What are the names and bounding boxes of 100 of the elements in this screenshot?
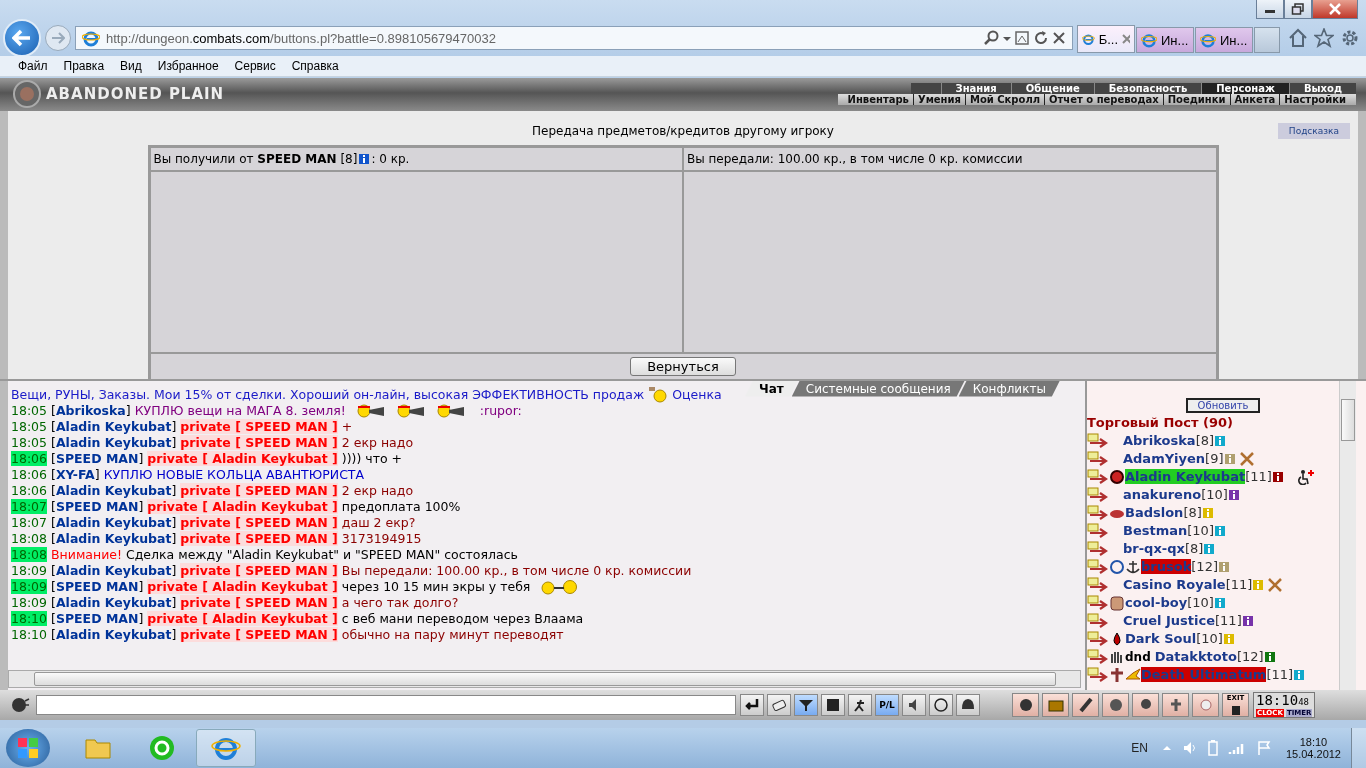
message-text: )))) что + <box>341 451 403 467</box>
sent-text: Вы передали: 100.00 кр., в том числе 0 кр. комиссии <box>687 151 1023 166</box>
message-text: обычно на пару минут переводят <box>341 627 564 643</box>
message-time: 18:09 <box>11 563 48 579</box>
message-text: Вы передали: 100.00 кр., в том числе 0 кр. комиссии <box>341 563 692 579</box>
menu-item[interactable]: Избранное <box>149 58 227 73</box>
received-amount: : 0 кр. <box>371 151 410 166</box>
player-level: [9] <box>1205 451 1224 467</box>
message-time: 18:08 <box>11 547 48 563</box>
sender-name[interactable]: [Aladin Keykubat] <box>51 531 177 547</box>
banner-text: Вещи, РУНЫ, Заказы. Мои 15% от сделки. Хороший он-лайн, высокая ЭФФЕКТИВНОСТЬ продаж <box>11 387 645 403</box>
room-title: Торговый Пост (90) <box>1087 414 1234 430</box>
browser-tab[interactable]: Ин... <box>1195 27 1253 53</box>
message-time: 18:07 <box>11 515 48 531</box>
subnav-link[interactable]: Мой Скролл <box>964 94 1045 106</box>
player-level: [12] <box>1191 559 1218 575</box>
player-name[interactable]: Aladin Keykubat <box>1125 469 1246 485</box>
chat-tab[interactable]: Конфликты <box>958 380 1060 397</box>
chat-tab[interactable]: Системные сообщения <box>791 380 965 397</box>
message-time: 18:09 <box>11 579 48 595</box>
message-text: :rupor: <box>479 403 522 419</box>
subnav-link[interactable]: Анкета <box>1229 94 1280 106</box>
address-field[interactable]: http://dungeon.combats.com/buttons.pl?battle=0.898105679470032 <box>75 26 1073 50</box>
browser-tab[interactable]: Б... <box>1077 25 1135 53</box>
received-text: Вы получили от SPEED MAN [8] <box>153 151 358 166</box>
player-level: [11] <box>1245 469 1272 485</box>
player-name[interactable]: br-qx-qx <box>1123 541 1185 557</box>
menu-item[interactable]: Файл <box>10 58 56 73</box>
url-text: http://dungeon.combats.com/buttons.pl?battle=0.898105679470032 <box>106 30 497 46</box>
player-level: [10] <box>1196 631 1223 647</box>
message-time: 18:10 <box>11 611 48 627</box>
message-time: 18:07 <box>11 499 48 515</box>
message-text: + <box>341 419 353 435</box>
sender-name[interactable]: [SPEED MAN] <box>51 611 144 627</box>
sender-name[interactable]: [Aladin Keykubat] <box>51 515 177 531</box>
player-name[interactable]: AdamYiyen <box>1123 451 1206 467</box>
player-level: [10] <box>1187 595 1214 611</box>
player-level: [8] <box>1184 541 1204 557</box>
player-name[interactable]: anakureno <box>1123 487 1202 503</box>
message-time: 18:06 <box>11 483 48 499</box>
player-name[interactable]: Badslon <box>1125 505 1184 521</box>
sender-name[interactable]: [Aladin Keykubat] <box>51 595 177 611</box>
message-text: даш 2 екр? <box>341 515 416 531</box>
player-level: [11] <box>1266 667 1294 683</box>
message-text: КУПЛЮ вещи на МАГА 8. земля! <box>134 403 346 419</box>
message-time: 18:05 <box>11 403 48 419</box>
player-name[interactable]: Bestman <box>1123 523 1188 539</box>
chat-tab[interactable]: Чат <box>745 380 798 397</box>
subnav-link[interactable]: Отчет о переводах <box>1044 94 1163 106</box>
refresh-button[interactable]: Обновить <box>1185 397 1261 413</box>
message-text: 3173194915 <box>341 531 422 547</box>
sender-name[interactable]: [Aladin Keykubat] <box>51 435 177 451</box>
return-button[interactable]: Вернуться <box>630 357 736 377</box>
player-level: [8] <box>1195 433 1215 449</box>
taskbar-clock[interactable]: 18:10 15.04.2012 <box>1285 736 1341 760</box>
sender-name[interactable]: [Aladin Keykubat] <box>51 483 177 499</box>
menu-item[interactable]: Сервис <box>226 58 284 73</box>
player-name[interactable]: cool-boy <box>1125 595 1188 611</box>
message-time: 18:06 <box>11 451 48 467</box>
subnav-link[interactable]: Умения <box>912 94 965 106</box>
hint-button[interactable]: Подсказка <box>1277 122 1350 139</box>
sender-name[interactable]: [Aladin Keykubat] <box>51 627 177 643</box>
sender-name[interactable]: [Aladin Keykubat] <box>51 419 177 435</box>
message-time: 18:06 <box>11 467 48 483</box>
subnav-link[interactable]: Настройки <box>1279 94 1350 106</box>
sender-name[interactable]: [SPEED MAN] <box>51 451 144 467</box>
sender-name[interactable]: [SPEED MAN] <box>51 579 144 595</box>
player-name[interactable]: Dark Soul <box>1125 631 1197 647</box>
player-level: [11] <box>1215 613 1242 629</box>
sender-name[interactable]: [SPEED MAN] <box>51 499 144 515</box>
pl-button[interactable]: P/L <box>875 694 899 717</box>
transfer-title: Передача предметов/кредитов другому игроку <box>532 123 834 138</box>
sender-name[interactable]: [XY-FA] <box>51 467 100 483</box>
message-time: 18:09 <box>11 595 48 611</box>
player-name[interactable]: Abrikoska <box>1123 433 1196 449</box>
player-name[interactable]: Datakktoto <box>1154 649 1237 665</box>
message-text: 2 екр надо <box>341 435 414 451</box>
player-level: [10] <box>1187 523 1214 539</box>
player-level: [10] <box>1201 487 1228 503</box>
subnav-link[interactable]: Инвентарь <box>843 94 913 106</box>
player-level: [8] <box>1183 505 1202 521</box>
notice-label: Внимание! <box>51 547 122 563</box>
browser-tab[interactable]: Ин... <box>1136 27 1194 53</box>
message-text: КУПЛЮ НОВЫЕ КОЛЬЦА АВАНТЮРИСТА <box>103 467 365 483</box>
player-name[interactable]: Casino Royale <box>1123 577 1226 593</box>
player-level: [11] <box>1225 577 1253 593</box>
message-time: 18:05 <box>11 435 48 451</box>
menu-item[interactable]: Правка <box>55 58 113 73</box>
language-indicator[interactable]: EN <box>1131 741 1148 755</box>
message-time: 18:10 <box>11 627 48 643</box>
menu-item[interactable]: Вид <box>112 58 150 73</box>
sender-name[interactable]: [Aladin Keykubat] <box>51 563 177 579</box>
message-time: 18:08 <box>11 531 48 547</box>
subnav-link[interactable]: Поединки <box>1162 94 1230 106</box>
sender-name[interactable]: [Abrikoska] <box>51 403 131 419</box>
menu-item[interactable]: Справка <box>283 58 347 73</box>
message-text: а чего так долго? <box>341 595 459 611</box>
player-name[interactable]: Cruel Justice <box>1123 613 1216 629</box>
player-level: [12] <box>1236 649 1264 665</box>
message-text: с веб мани переводом через Влаама <box>341 611 584 627</box>
